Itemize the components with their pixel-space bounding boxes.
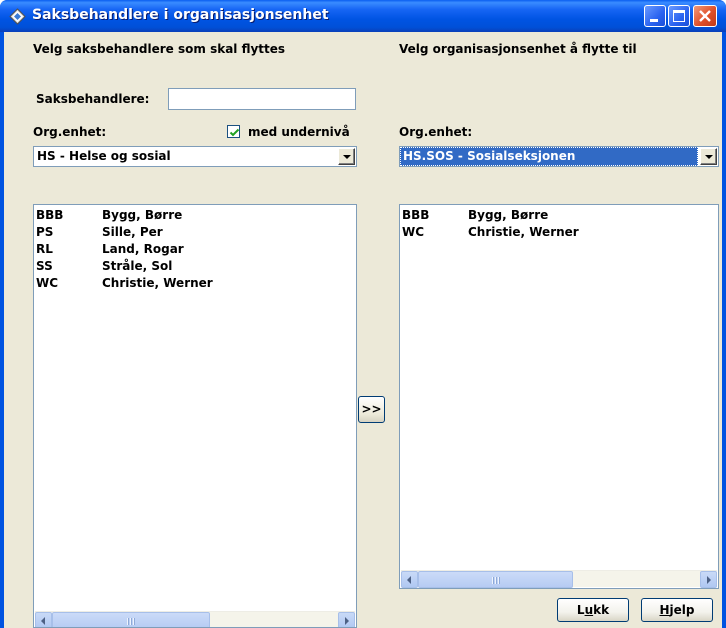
list-item-code: WC bbox=[36, 276, 59, 290]
maximize-icon bbox=[673, 10, 685, 22]
scroll-right-icon[interactable] bbox=[700, 571, 717, 588]
right-org-selected: HS.SOS - Sosialseksjonen bbox=[400, 147, 698, 166]
subunit-checkbox[interactable] bbox=[227, 125, 240, 138]
subunit-checkbox-label: med undernivå bbox=[248, 125, 350, 139]
list-item-name: Bygg, Børre bbox=[102, 208, 183, 222]
help-button-accel: H bbox=[659, 603, 670, 617]
right-org-label: Org.enhet: bbox=[399, 125, 473, 139]
close-button-label-rest: kk bbox=[593, 603, 610, 617]
right-horizontal-scrollbar[interactable] bbox=[401, 570, 717, 588]
search-label: Saksbehandlere: bbox=[36, 92, 150, 106]
list-item-code: BBB bbox=[402, 208, 430, 222]
list-item-code: WC bbox=[402, 225, 425, 239]
minimize-icon bbox=[650, 19, 658, 22]
left-org-dropdown[interactable]: HS - Helse og sosial bbox=[33, 146, 357, 167]
chevron-down-icon[interactable] bbox=[338, 148, 355, 165]
chevron-down-icon[interactable] bbox=[700, 148, 717, 165]
dialog-client-area: Velg saksbehandlere som skal flyttes Sak… bbox=[4, 32, 722, 628]
dialog-window: Saksbehandlere i organisasjonsenhet Velg… bbox=[0, 0, 726, 628]
scroll-thumb[interactable] bbox=[52, 612, 210, 627]
help-button[interactable]: Hjelp bbox=[641, 598, 713, 622]
list-item-name: Stråle, Sol bbox=[102, 259, 173, 273]
close-icon bbox=[699, 10, 711, 22]
close-button[interactable]: Lukk bbox=[557, 598, 629, 622]
app-diamond-icon bbox=[9, 8, 26, 25]
left-panel-heading: Velg saksbehandlere som skal flyttes bbox=[33, 42, 286, 56]
right-list[interactable]: BBB Bygg, Børre WC Christie, Werner bbox=[399, 204, 719, 589]
close-button-label: L bbox=[576, 603, 585, 617]
list-item-name: Bygg, Børre bbox=[468, 208, 549, 222]
list-item-name: Land, Rogar bbox=[102, 242, 184, 256]
close-button-accel: u bbox=[584, 603, 594, 617]
checkmark-icon bbox=[229, 128, 240, 137]
left-org-selected: HS - Helse og sosial bbox=[37, 149, 171, 163]
left-list[interactable]: BBB Bygg, Børre PS Sille, Per RL Land, Rogar S… bbox=[33, 204, 357, 628]
list-item-code: PS bbox=[36, 225, 54, 239]
scroll-thumb[interactable] bbox=[418, 571, 573, 588]
help-button-label-rest: jelp bbox=[669, 603, 695, 617]
list-item-name: Christie, Werner bbox=[102, 276, 213, 290]
list-item-code: RL bbox=[36, 242, 53, 256]
scroll-left-icon[interactable] bbox=[35, 612, 52, 627]
left-horizontal-scrollbar[interactable] bbox=[35, 611, 355, 627]
left-org-label: Org.enhet: bbox=[33, 125, 107, 139]
list-item-name: Christie, Werner bbox=[468, 225, 579, 239]
grip-icon bbox=[127, 618, 136, 625]
maximize-button[interactable] bbox=[668, 5, 690, 27]
window-title: Saksbehandlere i organisasjonsenhet bbox=[32, 7, 329, 23]
list-item-code: BBB bbox=[36, 208, 64, 222]
scroll-left-icon[interactable] bbox=[401, 571, 418, 588]
close-window-button[interactable] bbox=[693, 5, 717, 27]
title-bar[interactable]: Saksbehandlere i organisasjonsenhet bbox=[0, 0, 726, 32]
list-item-code: SS bbox=[36, 259, 53, 273]
saksbehandlere-input[interactable] bbox=[168, 88, 356, 110]
minimize-button[interactable] bbox=[644, 5, 666, 27]
grip-icon bbox=[491, 577, 501, 584]
move-button[interactable]: >> bbox=[358, 396, 385, 423]
right-org-dropdown[interactable]: HS.SOS - Sosialseksjonen bbox=[399, 146, 719, 167]
list-item-name: Sille, Per bbox=[102, 225, 163, 239]
scroll-right-icon[interactable] bbox=[338, 612, 355, 627]
right-panel-heading: Velg organisasjonsenhet å flytte til bbox=[399, 42, 637, 56]
